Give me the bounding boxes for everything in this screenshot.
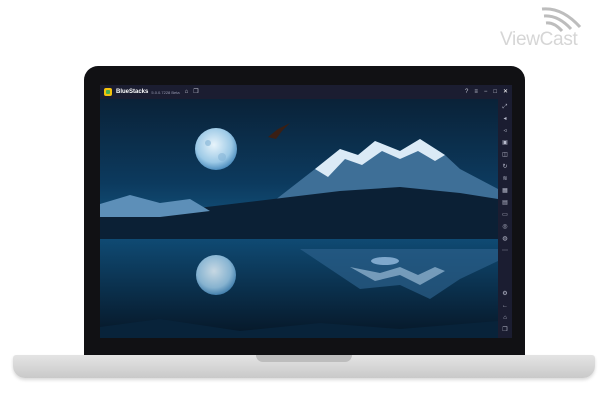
- moon-crater: [218, 153, 226, 161]
- media-icon[interactable]: ▣: [501, 139, 509, 147]
- laptop-base: [13, 355, 595, 378]
- wallpaper-night-lake: [100, 99, 498, 338]
- moon-crater: [205, 140, 211, 146]
- viewcast-watermark: ViewCast: [500, 5, 596, 51]
- eco-mode-icon[interactable]: ◍: [501, 235, 509, 243]
- recent-apps-icon[interactable]: ❐: [501, 326, 509, 334]
- title-bar: BlueStacks 5.0.0.7228 Beta ⌂ ❐ ? ≡ − □ ✕: [100, 85, 512, 99]
- shake-icon[interactable]: ≋: [501, 175, 509, 183]
- close-icon[interactable]: ✕: [503, 85, 508, 99]
- camera-icon[interactable]: ▤: [501, 199, 509, 207]
- settings-icon[interactable]: ⚙: [501, 290, 509, 298]
- watermark-text: ViewCast: [500, 29, 578, 50]
- rotate-icon[interactable]: ↻: [501, 163, 509, 171]
- volume-down-icon[interactable]: ◃: [501, 127, 509, 135]
- folder-icon[interactable]: ▭: [501, 211, 509, 219]
- bluestacks-logo-icon: [104, 88, 112, 96]
- multi-instance-icon[interactable]: ❐: [193, 85, 198, 99]
- emulator-screen: BlueStacks 5.0.0.7228 Beta ⌂ ❐ ? ≡ − □ ✕: [100, 85, 512, 338]
- minimize-icon[interactable]: −: [484, 85, 488, 99]
- ice-floe: [371, 257, 399, 265]
- help-icon[interactable]: ?: [465, 85, 468, 99]
- location-icon[interactable]: ◎: [501, 223, 509, 231]
- more-icon[interactable]: ⋯: [501, 247, 509, 255]
- moon-reflection: [196, 255, 236, 295]
- home-icon[interactable]: ⌂: [185, 85, 189, 99]
- window-controls: ? ≡ − □ ✕: [459, 85, 512, 99]
- right-toolbar: ⤢ ◂ ◃ ▣ ◫ ↻ ≋ ▦ ▤ ▭ ◎ ◍ ⋯ ⚙ ← ⌂ ❐: [498, 99, 512, 338]
- home-icon[interactable]: ⌂: [501, 314, 509, 322]
- macro-icon[interactable]: ▦: [501, 187, 509, 195]
- moon: [195, 128, 237, 170]
- fullscreen-icon[interactable]: ⤢: [501, 103, 509, 111]
- laptop-notch: [256, 355, 352, 362]
- volume-up-icon[interactable]: ◂: [501, 115, 509, 123]
- back-icon[interactable]: ←: [501, 302, 509, 310]
- maximize-icon[interactable]: □: [493, 85, 497, 99]
- menu-icon[interactable]: ≡: [474, 85, 478, 99]
- app-version: 5.0.0.7228 Beta: [151, 89, 180, 95]
- app-name: BlueStacks: [116, 89, 149, 95]
- screenshot-icon[interactable]: ◫: [501, 151, 509, 159]
